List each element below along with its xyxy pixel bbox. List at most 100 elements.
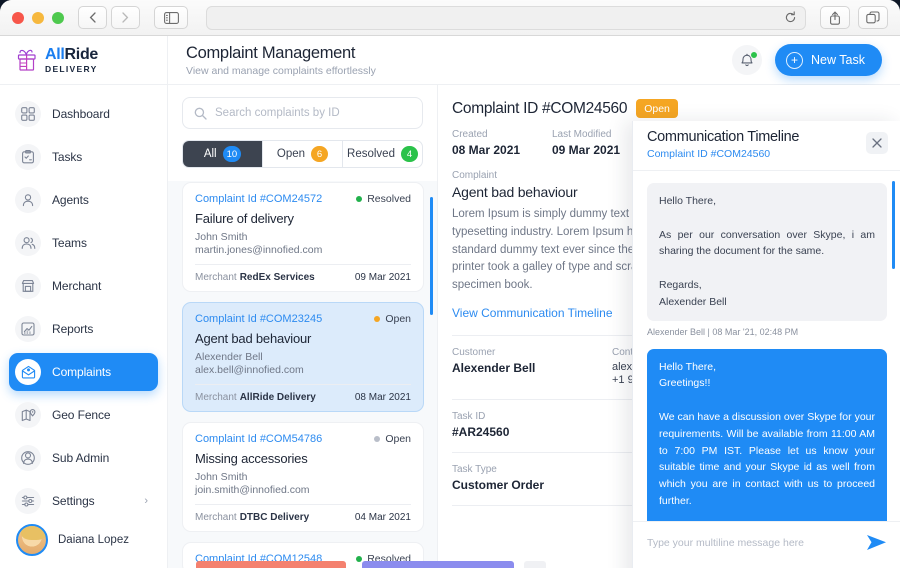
close-window-button[interactable] — [12, 11, 24, 24]
complaint-card-title: Agent bad behaviour — [195, 331, 312, 346]
status-badge: Open — [374, 313, 411, 325]
search-icon — [194, 107, 207, 120]
page-subtitle: View and manage complaints effortlessly — [186, 64, 376, 77]
reload-icon[interactable] — [784, 11, 797, 24]
new-task-button[interactable]: + New Task — [775, 44, 882, 76]
back-button[interactable] — [78, 6, 107, 29]
notification-bell-icon[interactable] — [732, 45, 763, 75]
task-id-label: Task ID — [452, 411, 486, 423]
search-input[interactable] — [215, 107, 411, 119]
sidebar-item-label: Geo Fence — [52, 408, 111, 422]
maximize-window-button[interactable] — [52, 11, 64, 24]
complaint-filter-tabs: All 10 Open 6 Resolved 4 — [182, 140, 423, 168]
background-bar — [524, 561, 546, 568]
sidebar-item-label: Teams — [52, 236, 87, 250]
browser-window: AllRide DELIVERY Dashboard Tasks Agents … — [0, 0, 900, 568]
sidebar-item-merchant[interactable]: Merchant — [9, 267, 158, 305]
sidebar-item-teams[interactable]: Teams — [9, 224, 158, 262]
complaint-detail-id: Complaint ID #COM24560 — [452, 99, 628, 117]
users-icon — [15, 230, 41, 256]
send-icon[interactable] — [866, 534, 887, 551]
complaint-card-id: Complaint Id #COM23245 — [195, 313, 323, 325]
sidebar-item-label: Agents — [52, 193, 89, 207]
tab-resolved[interactable]: Resolved 4 — [343, 141, 422, 167]
sidebar-item-agents[interactable]: Agents — [9, 181, 158, 219]
sidebar-item-reports[interactable]: Reports — [9, 310, 158, 348]
merchant-label: Merchant — [195, 512, 237, 523]
complaint-card-title: Failure of delivery — [195, 211, 294, 226]
sidebar-nav: Dashboard Tasks Agents Teams Merchant Re… — [0, 85, 167, 520]
page-title: Complaint Management — [186, 43, 356, 62]
chevron-right-icon: › — [144, 495, 148, 507]
sidebar-user-name: Daiana Lopez — [58, 534, 129, 546]
new-tab-icon[interactable] — [858, 6, 888, 29]
task-type-block: Task Type Customer Order — [452, 464, 544, 492]
tab-all-count: 10 — [222, 146, 242, 162]
search-complaints-box[interactable] — [182, 97, 423, 129]
brand-name-part1: All — [45, 45, 65, 63]
nav-buttons — [78, 6, 140, 29]
sidebar-item-geo-fence[interactable]: Geo Fence — [9, 396, 158, 434]
message-input[interactable] — [647, 536, 866, 549]
tab-open-count: 6 — [311, 146, 329, 162]
view-communication-timeline-link[interactable]: View Communication Timeline — [452, 306, 613, 320]
complaint-card-id: Complaint Id #COM54786 — [195, 433, 323, 445]
complaint-card-email: martin.jones@innofied.com — [195, 244, 323, 256]
complaint-list-scrollbar[interactable] — [430, 197, 433, 315]
customer-value: Alexender Bell — [452, 361, 536, 376]
status-label: Resolved — [367, 193, 411, 205]
sidebar-item-label: Sub Admin — [52, 451, 110, 465]
sidebar-item-tasks[interactable]: Tasks — [9, 138, 158, 176]
task-id-block: Task ID #AR24560 — [452, 411, 509, 439]
created-label: Created — [452, 129, 488, 140]
complaint-card-person: John Smith — [195, 231, 248, 243]
user-icon — [15, 187, 41, 213]
status-dot-icon — [356, 196, 363, 202]
sidebar-user-profile[interactable]: Daiana Lopez — [0, 524, 168, 556]
complaint-card-header: Complaint Id #COM23245 Open — [195, 313, 411, 325]
sidebar-item-settings[interactable]: Settings › — [9, 482, 158, 520]
status-badge: Open — [636, 99, 678, 118]
task-id-value: #AR24560 — [452, 425, 510, 440]
close-icon[interactable] — [866, 132, 888, 154]
complaint-card-footer: Merchant AllRide Delivery 08 Mar 2021 — [195, 384, 411, 403]
plus-icon: + — [786, 51, 804, 69]
communication-timeline-panel: Communication Timeline Complaint ID #COM… — [632, 121, 900, 568]
timeline-messages[interactable]: Hello There, As per our conversation ove… — [633, 171, 900, 556]
status-dot-icon — [374, 316, 381, 322]
created-block: Created 08 Mar 2021 — [452, 129, 552, 157]
sidebar-item-sub-admin[interactable]: Sub Admin — [9, 439, 158, 477]
sidebar-item-complaints[interactable]: Complaints — [9, 353, 158, 391]
timeline-scrollbar[interactable] — [892, 181, 895, 269]
complaint-card-date: 09 Mar 2021 — [354, 272, 411, 283]
share-icon[interactable] — [820, 6, 850, 29]
page-header: Complaint Management View and manage com… — [168, 36, 900, 85]
complaint-card[interactable]: Complaint Id #COM54786 Open Missing acce… — [182, 422, 424, 532]
sidebar-item-label: Complaints — [52, 365, 112, 379]
forward-button[interactable] — [111, 6, 140, 29]
complaint-card-title: Missing accessories — [195, 451, 308, 466]
brand-logo[interactable]: AllRide DELIVERY — [0, 36, 167, 85]
timeline-header: Communication Timeline Complaint ID #COM… — [633, 121, 900, 171]
address-bar[interactable] — [206, 5, 806, 30]
brand-name-part2: Ride — [64, 45, 99, 63]
complaint-cards-scroll[interactable]: Complaint Id #COM24572 Resolved Failure … — [168, 174, 438, 568]
sidebar-panel-icon[interactable] — [154, 6, 188, 29]
sidebar-item-dashboard[interactable]: Dashboard — [9, 95, 158, 133]
timeline-title: Communication Timeline — [647, 129, 800, 145]
notification-dot — [750, 51, 759, 59]
complaint-card[interactable]: Complaint Id #COM23245 Open Agent bad be… — [182, 302, 424, 412]
tab-all[interactable]: All 10 — [183, 141, 263, 167]
sidebar-item-label: Reports — [52, 322, 94, 336]
brand-text: AllRide DELIVERY — [45, 45, 99, 74]
tab-open[interactable]: Open 6 — [263, 141, 343, 167]
sidebar-item-label: Merchant — [52, 279, 102, 293]
minimize-window-button[interactable] — [32, 11, 44, 24]
complaint-card-date: 04 Mar 2021 — [354, 512, 411, 523]
status-badge: Resolved — [356, 193, 411, 205]
complaint-card[interactable]: Complaint Id #COM24572 Resolved Failure … — [182, 182, 424, 292]
complaint-card-email: alex.bell@innofied.com — [195, 364, 304, 376]
app-root: AllRide DELIVERY Dashboard Tasks Agents … — [0, 36, 900, 568]
message-bubble-incoming: Hello There, As per our conversation ove… — [647, 183, 887, 321]
complaint-card-header: Complaint Id #COM24572 Resolved — [195, 193, 411, 205]
